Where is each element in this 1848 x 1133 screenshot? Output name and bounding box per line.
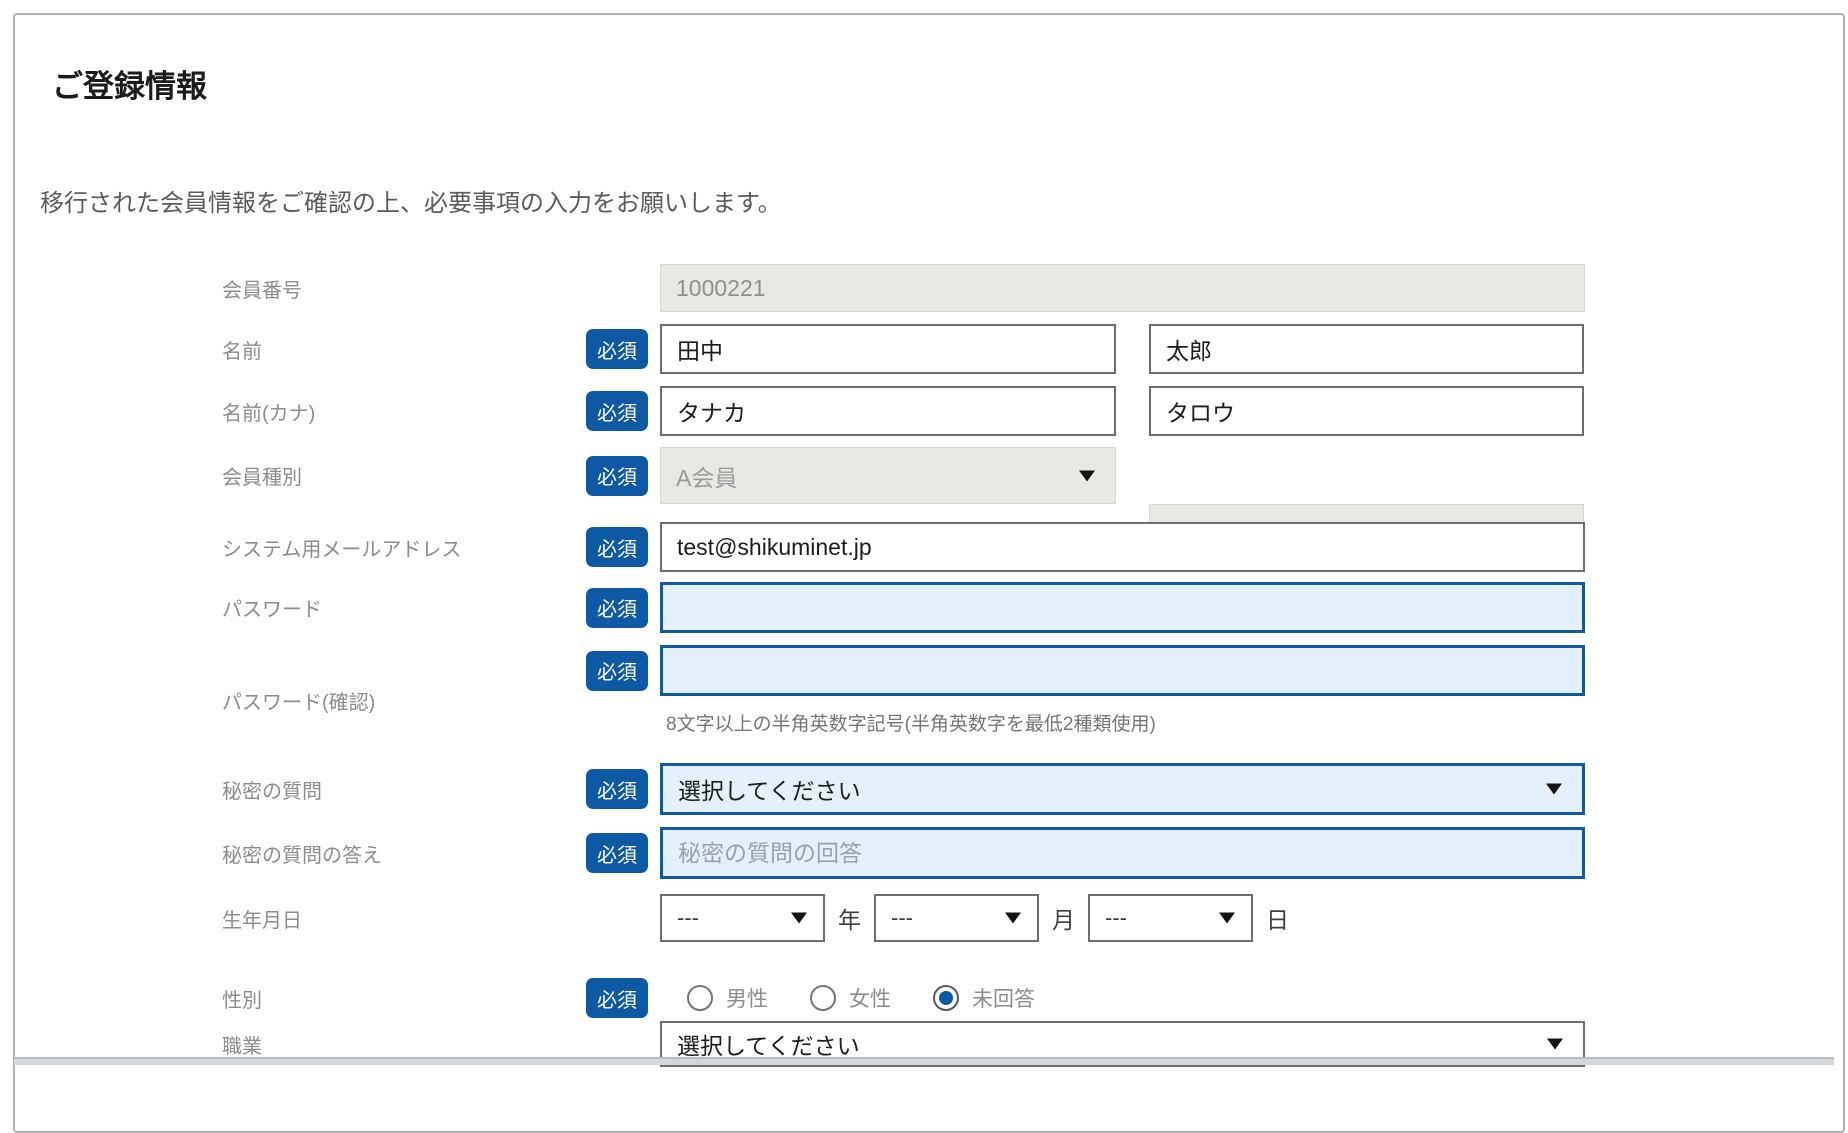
secret-question-select[interactable]: 選択してください [660, 763, 1585, 815]
bottom-divider [14, 1057, 1834, 1065]
row-member-number: 会員番号 [15, 264, 1843, 312]
member-type-select: A会員 [660, 447, 1116, 504]
birth-year-value: --- [677, 905, 699, 931]
gender-radio-female[interactable]: 女性 [810, 983, 891, 1013]
radio-icon [687, 985, 713, 1011]
email-input[interactable] [660, 522, 1585, 572]
first-name-input[interactable] [1149, 324, 1584, 374]
secret-answer-input[interactable] [660, 827, 1585, 879]
row-secret-question: 秘密の質問 必須 選択してください [15, 763, 1843, 815]
gender-option-label: 女性 [849, 983, 891, 1013]
row-email: システム用メールアドレス 必須 [15, 522, 1843, 572]
dropdown-arrow-icon [1547, 1039, 1563, 1050]
birth-day-value: --- [1105, 905, 1127, 931]
secret-question-value: 選択してください [678, 772, 861, 806]
last-name-kana-input[interactable] [660, 386, 1116, 436]
password-label: パスワード [222, 582, 322, 633]
birthday-label: 生年月日 [222, 893, 302, 943]
required-badge: 必須 [586, 456, 648, 496]
page-title: ご登録情報 [52, 61, 207, 106]
registration-panel: ご登録情報 移行された会員情報をご確認の上、必要事項の入力をお願いします。 会員… [13, 13, 1845, 1133]
secret-answer-label: 秘密の質問の答え [222, 827, 382, 879]
email-label: システム用メールアドレス [222, 522, 461, 572]
radio-icon [810, 985, 836, 1011]
dropdown-arrow-icon [1546, 784, 1562, 795]
birth-month-select[interactable]: --- [874, 894, 1039, 942]
required-badge: 必須 [586, 391, 648, 431]
radio-icon [933, 985, 959, 1011]
required-badge: 必須 [586, 651, 648, 691]
member-number-input [660, 264, 1585, 312]
first-name-kana-input[interactable] [1149, 386, 1584, 436]
page-subtitle: 移行された会員情報をご確認の上、必要事項の入力をお願いします。 [40, 183, 782, 218]
row-member-type: 会員種別 必須 A会員 登録済み [15, 447, 1843, 504]
last-name-input[interactable] [660, 324, 1116, 374]
required-badge: 必須 [586, 978, 648, 1018]
dropdown-arrow-icon [1079, 470, 1095, 481]
year-unit-label: 年 [838, 901, 861, 935]
required-badge: 必須 [586, 769, 648, 809]
row-secret-answer: 秘密の質問の答え 必須 [15, 827, 1843, 879]
member-number-label: 会員番号 [222, 264, 302, 312]
required-badge: 必須 [586, 588, 648, 628]
dropdown-arrow-icon [1005, 913, 1021, 924]
row-gender: 性別 必須 男性 女性 未回答 [15, 967, 1843, 1029]
row-birthday: 生年月日 --- 年 --- 月 --- 日 [15, 893, 1843, 943]
member-type-value: A会員 [676, 459, 737, 493]
row-password: パスワード 必須 [15, 582, 1843, 633]
birth-year-select[interactable]: --- [660, 894, 825, 942]
password-hint: 8文字以上の半角英数字記号(半角英数字を最低2種類使用) [666, 709, 1156, 736]
month-unit-label: 月 [1052, 901, 1075, 935]
birth-day-select[interactable]: --- [1088, 894, 1253, 942]
occupation-value: 選択してください [677, 1027, 860, 1061]
password-confirm-label: パスワード(確認) [222, 645, 375, 726]
gender-label: 性別 [222, 967, 262, 1029]
required-badge: 必須 [586, 833, 648, 873]
row-password-confirm: パスワード(確認) 必須 [15, 645, 1843, 696]
password-input[interactable] [660, 582, 1585, 633]
member-type-label: 会員種別 [222, 447, 302, 504]
gender-option-label: 男性 [726, 983, 768, 1013]
gender-option-label: 未回答 [972, 983, 1035, 1013]
password-confirm-input[interactable] [660, 645, 1585, 696]
row-name-kana: 名前(カナ) 必須 [15, 386, 1843, 436]
gender-radio-male[interactable]: 男性 [687, 983, 768, 1013]
required-badge: 必須 [586, 329, 648, 369]
required-badge: 必須 [586, 527, 648, 567]
name-kana-label: 名前(カナ) [222, 386, 315, 436]
gender-radio-noanswer[interactable]: 未回答 [933, 983, 1035, 1013]
birth-month-value: --- [891, 905, 913, 931]
secret-question-label: 秘密の質問 [222, 763, 322, 815]
dropdown-arrow-icon [1219, 913, 1235, 924]
day-unit-label: 日 [1266, 901, 1289, 935]
row-name: 名前 必須 [15, 324, 1843, 374]
dropdown-arrow-icon [791, 913, 807, 924]
name-label: 名前 [222, 324, 262, 374]
